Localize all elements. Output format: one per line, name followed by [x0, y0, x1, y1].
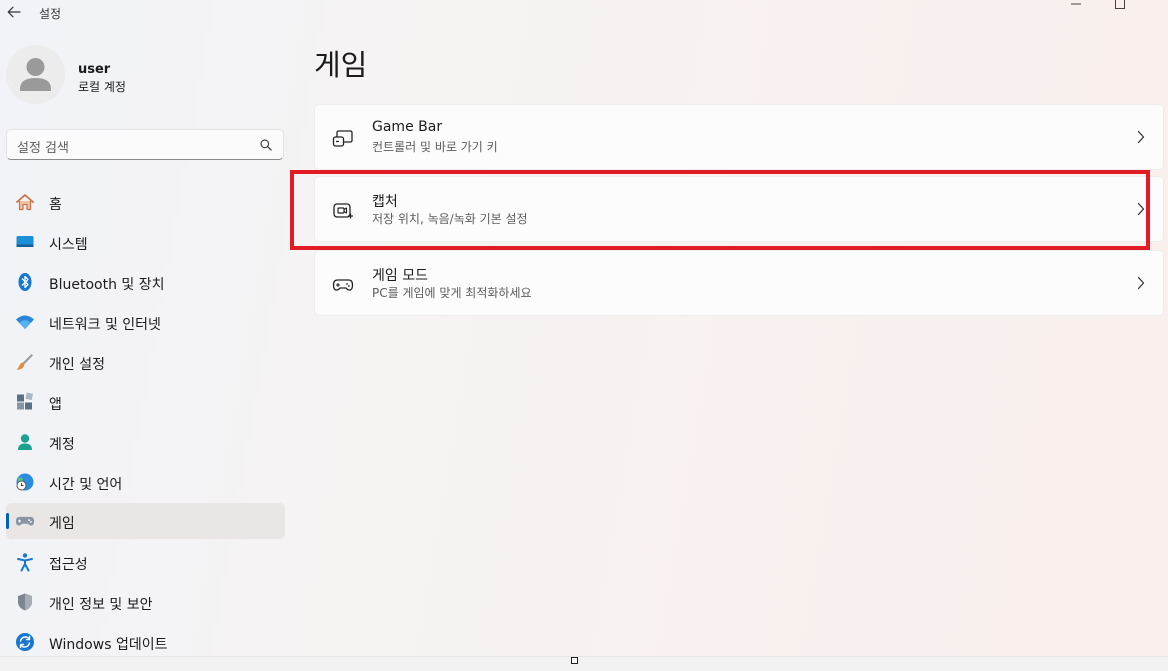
- sidebar-item-apps[interactable]: 앱: [6, 384, 285, 420]
- sidebar-item-label: 접근성: [49, 557, 88, 573]
- user-profile[interactable]: user 로컬 계정: [6, 45, 286, 105]
- sidebar-item-windows-update[interactable]: Windows 업데이트: [6, 624, 285, 660]
- card-subtitle: 컨트롤러 및 바로 가기 키: [372, 140, 498, 154]
- sidebar-item-label: Bluetooth 및 장치: [49, 277, 165, 293]
- maximize-button[interactable]: [1097, 0, 1143, 12]
- bottom-bar: [0, 656, 1168, 671]
- minimize-button[interactable]: [1053, 0, 1099, 12]
- person-avatar-icon: [20, 58, 51, 91]
- accessibility-icon: [15, 552, 35, 572]
- card-capture[interactable]: 캡처 저장 위치, 녹음/녹화 기본 설정: [314, 176, 1164, 242]
- sidebar-item-bluetooth[interactable]: Bluetooth 및 장치: [6, 264, 285, 300]
- sidebar-item-label: 시간 및 언어: [49, 477, 123, 493]
- page-title: 게임: [314, 48, 368, 82]
- sidebar-item-label: 시스템: [49, 237, 88, 253]
- card-title: 게임 모드: [372, 268, 428, 284]
- wifi-icon: [15, 312, 35, 332]
- title-bar: 설정: [0, 0, 1168, 26]
- sidebar-item-label: 게임: [49, 516, 75, 532]
- back-button[interactable]: [5, 3, 23, 21]
- sidebar-item-label: 홈: [49, 197, 62, 213]
- search-placeholder: 설정 검색: [17, 141, 69, 156]
- user-name: user: [78, 62, 111, 77]
- card-subtitle: 저장 위치, 녹음/녹화 기본 설정: [372, 212, 528, 226]
- home-icon: [15, 192, 35, 212]
- sync-icon: [15, 632, 35, 652]
- paintbrush-icon: [15, 352, 35, 372]
- monitor-icon: [15, 232, 35, 252]
- chevron-right-icon: [1135, 202, 1147, 216]
- avatar: [6, 45, 65, 104]
- sidebar-item-label: 개인 정보 및 보안: [49, 597, 153, 613]
- shield-icon: [15, 592, 35, 612]
- chevron-right-icon: [1135, 276, 1147, 290]
- card-game-bar[interactable]: Game Bar 컨트롤러 및 바로 가기 키: [314, 104, 1164, 170]
- card-title: 캡처: [372, 194, 398, 210]
- sidebar-item-label: 네트워크 및 인터넷: [49, 317, 161, 333]
- bluetooth-icon: [15, 272, 35, 292]
- sidebar-item-gaming[interactable]: 게임: [6, 503, 285, 539]
- sidebar-item-network[interactable]: 네트워크 및 인터넷: [6, 304, 285, 340]
- gamepad-icon: [15, 511, 35, 531]
- sidebar-item-personalization[interactable]: 개인 설정: [6, 344, 285, 380]
- chevron-right-icon: [1135, 130, 1147, 144]
- maximize-icon: [1115, 0, 1125, 9]
- controller-icon: [332, 274, 354, 296]
- sidebar-item-time-language[interactable]: 시간 및 언어: [6, 464, 285, 500]
- card-game-mode[interactable]: 게임 모드 PC를 게임에 맞게 최적화하세요: [314, 250, 1164, 316]
- sidebar-item-accessibility[interactable]: 접근성: [6, 544, 285, 580]
- sidebar-item-label: 계정: [49, 437, 75, 453]
- globe-clock-icon: [15, 472, 35, 492]
- sidebar-item-label: 앱: [49, 397, 62, 413]
- game-bar-icon: [332, 128, 354, 150]
- app-title: 설정: [39, 7, 62, 21]
- apps-icon: [15, 392, 35, 412]
- search-input[interactable]: 설정 검색: [6, 129, 284, 160]
- card-subtitle: PC를 게임에 맞게 최적화하세요: [372, 286, 532, 300]
- card-title: Game Bar: [372, 119, 443, 135]
- sidebar-item-label: 개인 설정: [49, 357, 105, 373]
- account-type: 로컬 계정: [78, 80, 126, 94]
- sidebar-item-system[interactable]: 시스템: [6, 224, 285, 260]
- sidebar-item-accounts[interactable]: 계정: [6, 424, 285, 460]
- person-icon: [15, 432, 35, 452]
- capture-icon: [332, 200, 354, 222]
- sidebar-item-label: Windows 업데이트: [49, 637, 168, 653]
- selection-indicator: [6, 513, 9, 529]
- resize-handle[interactable]: [571, 657, 578, 664]
- sidebar-item-privacy-security[interactable]: 개인 정보 및 보안: [6, 584, 285, 620]
- sidebar-item-home[interactable]: 홈: [6, 184, 285, 220]
- minimize-icon: [1071, 3, 1081, 5]
- search-icon: [260, 139, 272, 151]
- arrow-left-icon: [7, 6, 21, 18]
